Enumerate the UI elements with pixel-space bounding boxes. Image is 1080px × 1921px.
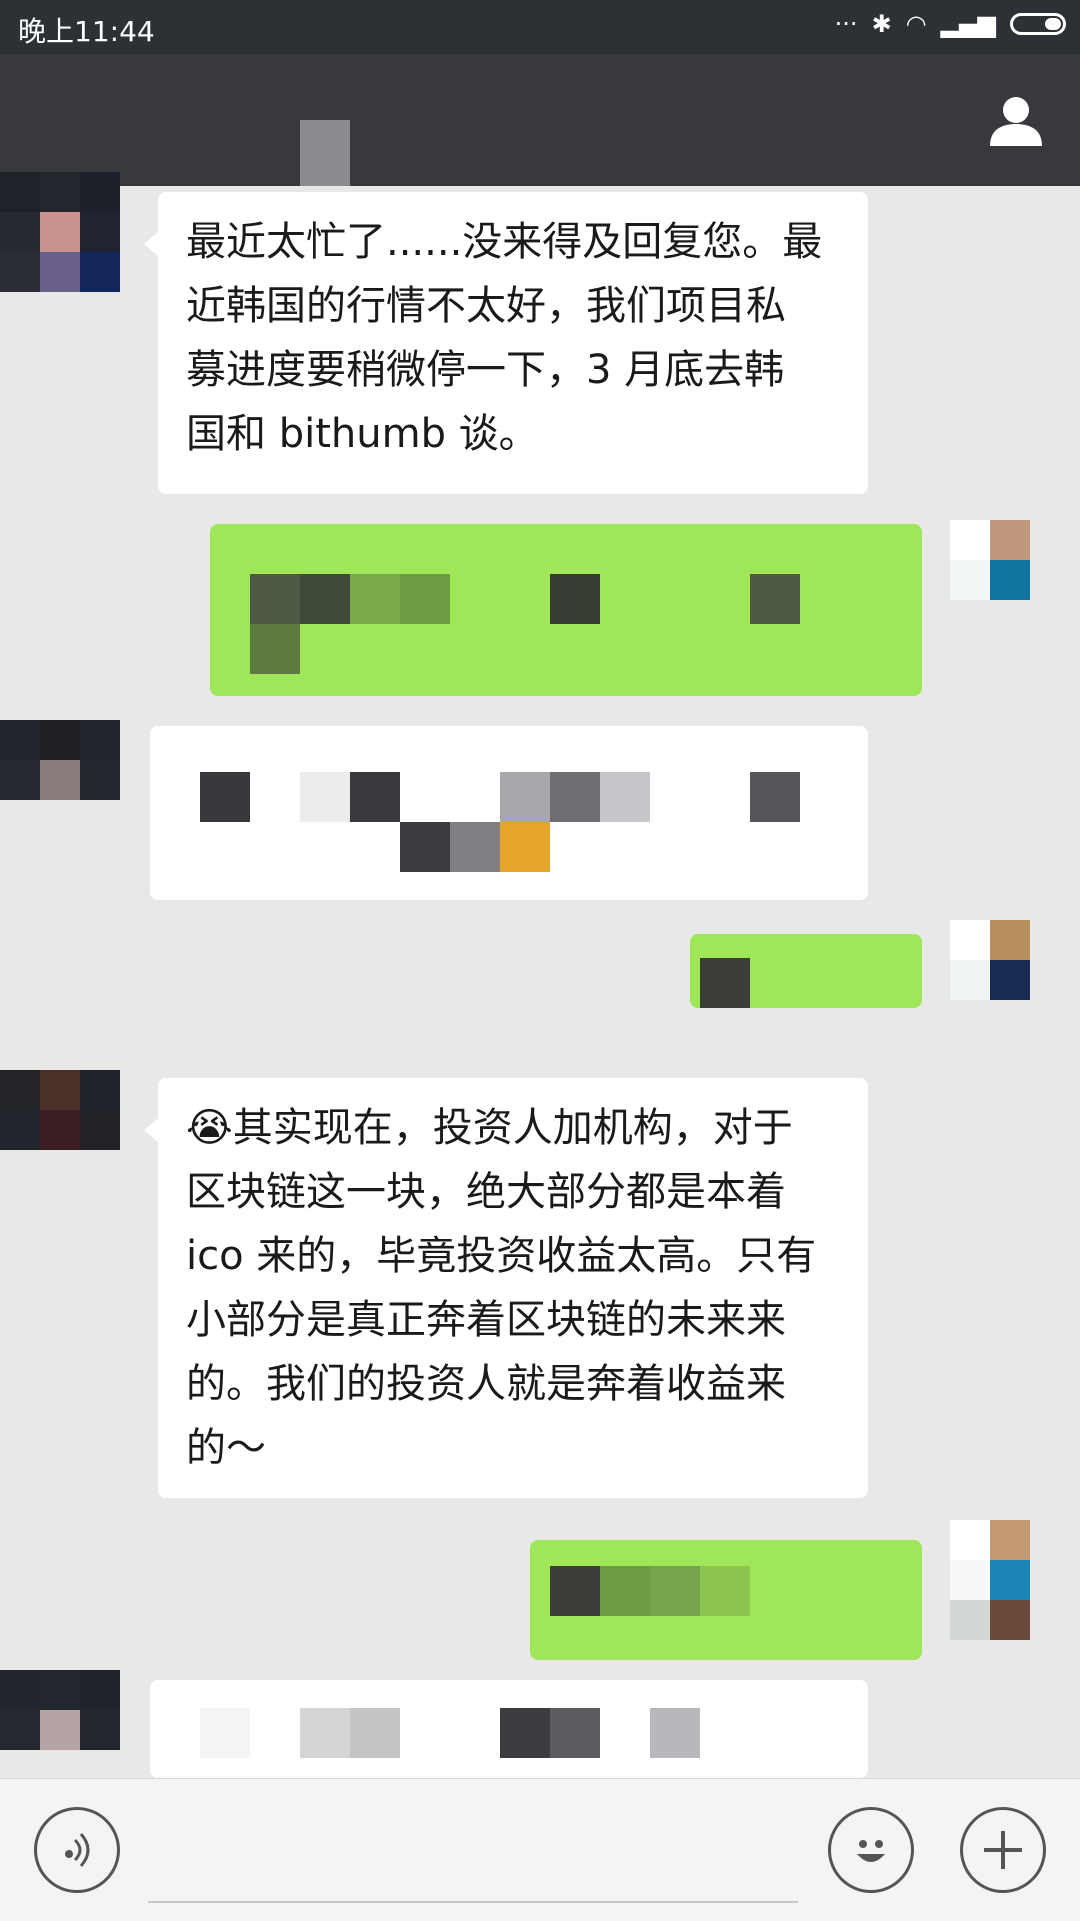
input-bar: [0, 1778, 1080, 1921]
input-underline: [148, 1901, 798, 1903]
pixel: [350, 1708, 400, 1758]
chat-message-bubble-self[interactable]: [210, 524, 922, 696]
pixel: [650, 1708, 700, 1758]
pixel: [550, 772, 600, 822]
pixel: [200, 772, 250, 822]
avatar-self[interactable]: [950, 520, 1070, 640]
more-icon: ···: [834, 10, 858, 38]
message-line: 募进度要稍微停一下，3 月底去韩: [186, 347, 785, 393]
pixel: [250, 574, 300, 624]
emoji-icon[interactable]: [828, 1807, 914, 1893]
message-line: 区块链这一块，绝大部分都是本着: [186, 1169, 786, 1215]
pixel: [550, 574, 600, 624]
message-line: 的～: [186, 1425, 266, 1471]
pixel: [450, 822, 500, 872]
bluetooth-icon: ✱: [871, 10, 892, 38]
pixel: [700, 1566, 750, 1616]
chat-message-bubble[interactable]: [150, 1680, 868, 1778]
avatar[interactable]: [0, 1670, 120, 1790]
pixel: [600, 772, 650, 822]
pixel: [550, 1708, 600, 1758]
pixel: [500, 822, 550, 872]
avatar-self[interactable]: [950, 920, 1070, 1040]
message-line: 近韩国的行情不太好，我们项目私: [186, 283, 786, 329]
message-line: 最近太忙了......没来得及回复您。最: [186, 219, 823, 265]
title-bar: [0, 54, 1080, 186]
pixel: [650, 1566, 700, 1616]
pixel: [600, 1566, 650, 1616]
chat-message-bubble[interactable]: 最近太忙了......没来得及回复您。最 近韩国的行情不太好，我们项目私 募进度…: [144, 192, 868, 494]
pixel: [350, 772, 400, 822]
pixel: [200, 1708, 250, 1758]
chat-message-bubble-self[interactable]: [690, 934, 922, 1008]
chat-message-bubble[interactable]: [150, 726, 868, 900]
message-line: ico 来的，毕竟投资收益太高。只有: [186, 1233, 817, 1279]
message-line: 😭其实现在，投资人加机构，对于: [186, 1105, 793, 1151]
pixel: [500, 1708, 550, 1758]
pixel: [300, 772, 350, 822]
pixel: [550, 1566, 600, 1616]
pixel: [750, 574, 800, 624]
pixel: [250, 624, 300, 674]
pixel: [400, 822, 450, 872]
pixel: [300, 574, 350, 624]
pixel: [300, 1708, 350, 1758]
avatar[interactable]: [0, 1070, 120, 1190]
signal-icon: ▂▄▆: [940, 10, 996, 38]
pixel: [700, 958, 750, 1008]
blurred-title: [300, 120, 350, 186]
pixel: [500, 772, 550, 822]
pixel: [750, 772, 800, 822]
avatar-self[interactable]: [950, 1520, 1070, 1640]
avatar[interactable]: [0, 172, 120, 292]
chat-message-bubble[interactable]: 😭其实现在，投资人加机构，对于 区块链这一块，绝大部分都是本着 ico 来的，毕…: [144, 1078, 868, 1498]
battery-icon: [1010, 13, 1066, 35]
chat-message-bubble-self[interactable]: [530, 1540, 922, 1660]
plus-icon[interactable]: [960, 1807, 1046, 1893]
chat-area[interactable]: 最近太忙了......没来得及回复您。最 近韩国的行情不太好，我们项目私 募进度…: [0, 172, 1080, 1790]
wifi-icon: ◠: [905, 10, 927, 38]
message-line: 的。我们的投资人就是奔着收益来: [186, 1361, 786, 1407]
status-icons: ··· ✱ ◠ ▂▄▆: [835, 10, 1066, 38]
pixel: [350, 574, 400, 624]
message-line: 国和 bithumb 谈。: [186, 411, 539, 457]
message-line: 小部分是真正奔着区块链的未来来: [186, 1297, 786, 1343]
status-time: 晚上11:44: [18, 15, 155, 48]
voice-icon[interactable]: [34, 1807, 120, 1893]
avatar[interactable]: [0, 720, 120, 840]
status-bar: 晚上11:44 ··· ✱ ◠ ▂▄▆: [0, 0, 1080, 54]
person-icon[interactable]: [986, 90, 1046, 150]
pixel: [400, 574, 450, 624]
